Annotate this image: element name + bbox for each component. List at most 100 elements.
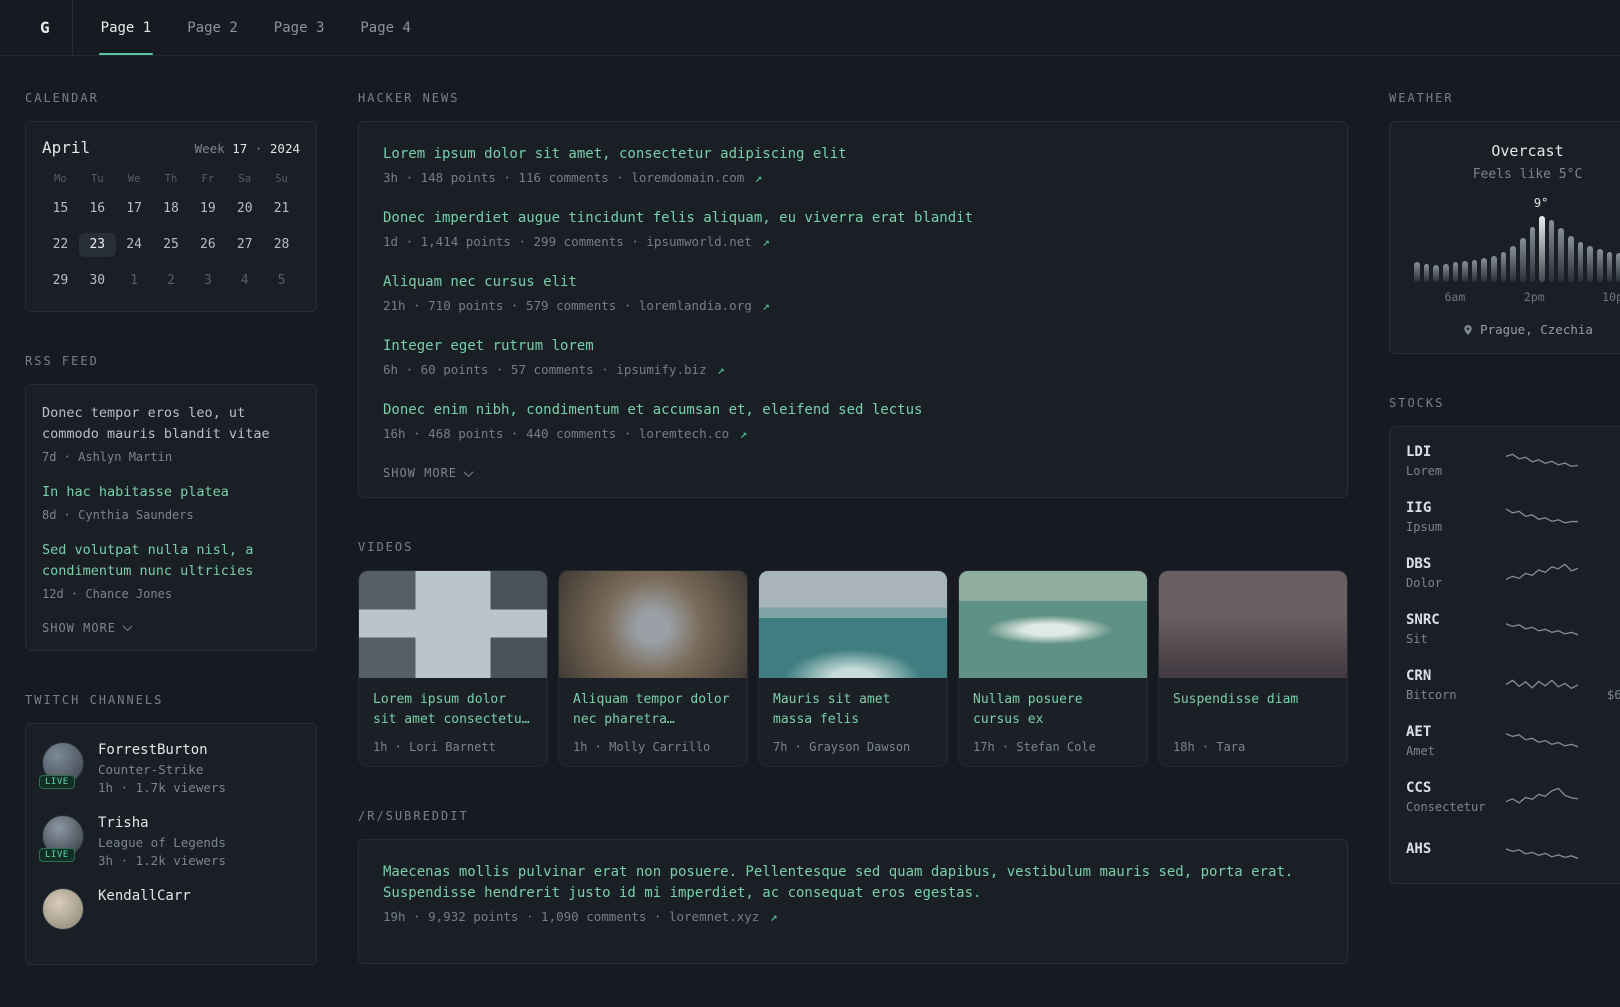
calendar-day[interactable]: 22 bbox=[42, 233, 79, 257]
calendar-day[interactable]: 5 bbox=[263, 269, 300, 293]
weather-time-axis: 6am 2pm 10pm bbox=[1414, 290, 1620, 306]
hn-show-more-button[interactable]: SHOW MORE bbox=[383, 466, 474, 480]
hn-item-link[interactable]: Donec imperdiet augue tincidunt felis al… bbox=[383, 208, 1323, 229]
weather-bar bbox=[1471, 259, 1478, 282]
stock-values: +0.92% $499.72 bbox=[1586, 724, 1620, 758]
weather-bar bbox=[1519, 238, 1526, 282]
hn-item-link[interactable]: Donec enim nibh, condimentum et accumsan… bbox=[383, 400, 1323, 421]
calendar-week-year: Week 17 · 2024 bbox=[195, 141, 300, 156]
hn-item-meta: 6h · 60 points · 57 comments · ipsumify.… bbox=[383, 362, 1323, 377]
hn-domain-link[interactable]: ipsumify.biz bbox=[616, 362, 706, 377]
hn-item-link[interactable]: Aliquam nec cursus elit bbox=[383, 272, 1323, 293]
tab-page-1[interactable]: Page 1 bbox=[87, 0, 166, 55]
video-title-link[interactable]: Nullam posuere cursus ex bbox=[973, 690, 1133, 730]
stock-price: $42.04 bbox=[1586, 519, 1620, 534]
calendar-day[interactable]: 1 bbox=[116, 269, 153, 293]
stock-symbol: IIG bbox=[1406, 500, 1432, 516]
hn-domain-link[interactable]: loremtech.co bbox=[639, 426, 729, 441]
calendar-day[interactable]: 24 bbox=[116, 233, 153, 257]
calendar-day[interactable]: 29 bbox=[42, 269, 79, 293]
calendar-month: April bbox=[42, 138, 91, 157]
video-card[interactable]: Mauris sit amet massa felis 7h · Grayson… bbox=[758, 570, 948, 768]
calendar-widget-title: CALENDAR bbox=[25, 91, 99, 105]
stock-row[interactable]: LDI Lorem +4.35% $795.18 bbox=[1390, 433, 1620, 489]
weather-bar bbox=[1548, 219, 1555, 282]
hackernews-widget-title: HACKER NEWS bbox=[358, 91, 460, 105]
hn-item-meta: 3h · 148 points · 116 comments · loremdo… bbox=[383, 170, 1323, 185]
calendar-day[interactable]: 30 bbox=[79, 269, 116, 293]
weather-widget-title: WEATHER bbox=[1389, 91, 1454, 105]
video-title-link[interactable]: Mauris sit amet massa felis bbox=[773, 690, 933, 730]
subreddit-post-link[interactable]: Maecenas mollis pulvinar erat non posuer… bbox=[383, 862, 1323, 904]
calendar-day[interactable]: 21 bbox=[263, 197, 300, 221]
calendar-day[interactable]: 20 bbox=[226, 197, 263, 221]
calendar-day[interactable]: 4 bbox=[226, 269, 263, 293]
calendar-day[interactable]: 15 bbox=[42, 197, 79, 221]
channel-info: ForrestBurton Counter-Strike 1h · 1.7k v… bbox=[98, 742, 226, 795]
weather-bar bbox=[1616, 252, 1620, 282]
hn-domain-link[interactable]: loremdomain.com bbox=[631, 170, 744, 185]
calendar-day[interactable]: 27 bbox=[226, 233, 263, 257]
rss-item-link[interactable]: Donec tempor eros leo, ut commodo mauris… bbox=[42, 403, 300, 445]
video-thumbnail bbox=[1159, 571, 1347, 678]
stock-values: +0.46% bbox=[1586, 842, 1620, 861]
hn-domain-link[interactable]: ipsumworld.net bbox=[646, 234, 751, 249]
video-card-body: Suspendisse diam 18h · Tara bbox=[1159, 678, 1347, 766]
calendar-day[interactable]: 2 bbox=[153, 269, 190, 293]
tab-page-4[interactable]: Page 4 bbox=[346, 0, 425, 55]
weather-widget: WEATHER Overcast Feels like 5°C 9° 6am 2… bbox=[1389, 91, 1620, 354]
stock-identity: IIG Ipsum bbox=[1406, 500, 1498, 534]
calendar-day[interactable]: 18 bbox=[153, 197, 190, 221]
hn-item-link[interactable]: Lorem ipsum dolor sit amet, consectetur … bbox=[383, 144, 1323, 165]
weather-bar bbox=[1462, 260, 1468, 282]
calendar-day[interactable]: 19 bbox=[189, 197, 226, 221]
calendar-day[interactable]: 16 bbox=[79, 197, 116, 221]
video-card-body: Lorem ipsum dolor sit amet consectetu… 1… bbox=[359, 678, 547, 766]
stock-values: +2.84% $42.04 bbox=[1586, 500, 1620, 534]
stock-row[interactable]: DBS Dolor +1.42% $156.28 bbox=[1390, 545, 1620, 601]
video-card[interactable]: Suspendisse diam 18h · Tara bbox=[1158, 570, 1348, 768]
rss-item-link[interactable]: Sed volutpat nulla nisl, a condimentum n… bbox=[42, 540, 300, 582]
calendar-day[interactable]: 3 bbox=[189, 269, 226, 293]
video-card[interactable]: Aliquam tempor dolor nec pharetra… 1h · … bbox=[558, 570, 748, 768]
video-card[interactable]: Nullam posuere cursus ex 17h · Stefan Co… bbox=[958, 570, 1148, 768]
tab-page-3[interactable]: Page 3 bbox=[260, 0, 339, 55]
twitch-channel[interactable]: LIVE Trisha League of Legends 3h · 1.2k … bbox=[39, 814, 300, 868]
twitch-channel[interactable]: LIVE ForrestBurton Counter-Strike 1h · 1… bbox=[39, 741, 300, 795]
subreddit-domain-link[interactable]: loremnet.xyz bbox=[669, 909, 759, 924]
calendar-day-selected[interactable]: 23 bbox=[78, 233, 116, 257]
stock-row[interactable]: CRN Bitcorn -1.00% $66,171.48 bbox=[1390, 657, 1620, 713]
rss-show-more-button[interactable]: SHOW MORE bbox=[42, 621, 133, 635]
hn-item-link[interactable]: Integer eget rutrum lorem bbox=[383, 336, 1323, 357]
weather-chart: 9° 6am 2pm 10pm bbox=[1414, 196, 1620, 306]
video-title-link[interactable]: Suspendisse diam bbox=[1173, 690, 1333, 710]
channel-info: Trisha League of Legends 3h · 1.2k viewe… bbox=[98, 815, 226, 868]
calendar-day[interactable]: 17 bbox=[116, 197, 153, 221]
stock-symbol: CCS bbox=[1406, 780, 1432, 796]
weather-bar bbox=[1433, 264, 1439, 282]
rss-item-link[interactable]: In hac habitasse platea bbox=[42, 482, 300, 503]
calendar-day[interactable]: 26 bbox=[189, 233, 226, 257]
calendar-day[interactable]: 25 bbox=[153, 233, 190, 257]
hackernews-card: Lorem ipsum dolor sit amet, consectetur … bbox=[358, 121, 1348, 498]
stock-symbol: DBS bbox=[1406, 556, 1432, 572]
video-title-link[interactable]: Aliquam tempor dolor nec pharetra… bbox=[573, 690, 733, 730]
stock-row[interactable]: SNRC Sit +1.36% $148.64 bbox=[1390, 601, 1620, 657]
stock-values: -1.00% $66,171.48 bbox=[1586, 668, 1620, 702]
video-card[interactable]: Lorem ipsum dolor sit amet consectetu… 1… bbox=[358, 570, 548, 768]
stock-row[interactable]: AET Amet +0.92% $499.72 bbox=[1390, 713, 1620, 769]
stock-symbol: CRN bbox=[1406, 668, 1432, 684]
calendar-day[interactable]: 28 bbox=[263, 233, 300, 257]
external-link-icon: ↗ bbox=[762, 298, 770, 313]
subreddit-post: Maecenas mollis pulvinar erat non posuer… bbox=[383, 862, 1323, 924]
video-title-link[interactable]: Lorem ipsum dolor sit amet consectetu… bbox=[373, 690, 533, 730]
app-logo[interactable]: G bbox=[40, 0, 73, 55]
stock-symbol: AHS bbox=[1406, 841, 1432, 857]
stock-row[interactable]: AHS +0.46% bbox=[1390, 825, 1620, 877]
stock-row[interactable]: IIG Ipsum +2.84% $42.04 bbox=[1390, 489, 1620, 545]
hn-domain-link[interactable]: loremlandia.org bbox=[639, 298, 752, 313]
tab-page-2[interactable]: Page 2 bbox=[173, 0, 252, 55]
weather-bar bbox=[1606, 251, 1613, 282]
twitch-channel[interactable]: KendallCarr bbox=[42, 887, 300, 930]
stock-row[interactable]: CCS Consectetur +0.51% $165.84 bbox=[1390, 769, 1620, 825]
